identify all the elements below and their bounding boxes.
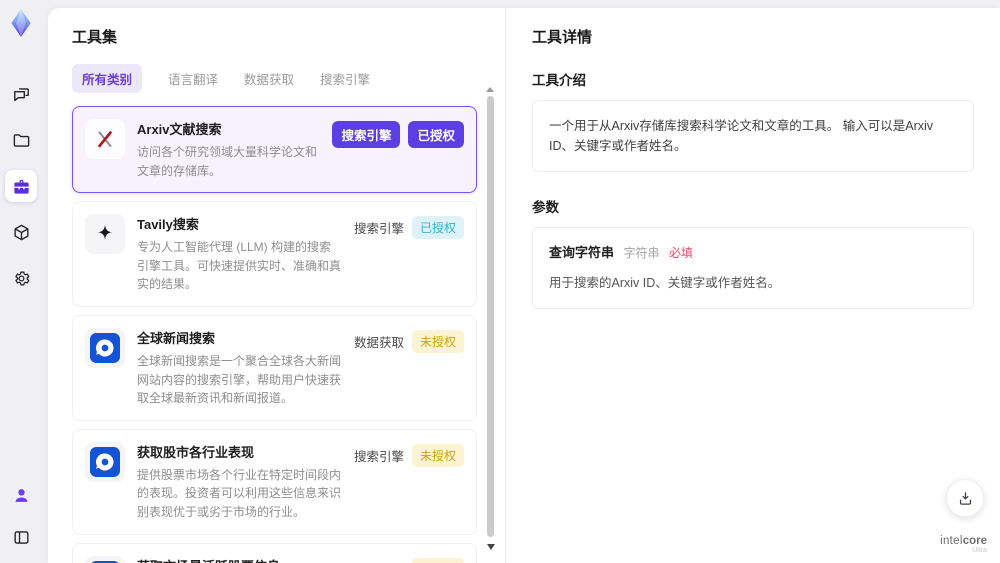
intro-text: 一个用于从Arxiv存储库搜索科学论文和文章的工具。 输入可以是Arxiv ID… [549,119,934,153]
list-scrollbar[interactable] [487,96,494,537]
tool-name: Tavily搜索 [137,217,199,233]
param-required-badge: 必填 [669,246,694,260]
status-badge: 未授权 [411,557,464,563]
app-logo-icon[interactable] [6,8,36,38]
tool-name: 全球新闻搜索 [137,330,216,346]
tool-name: 获取股市各行业表现 [137,444,255,460]
tool-list-pane: 工具集 所有类别 语言翻译 数据获取 搜索引擎 Arxiv文献搜索 访问各个研究领域大量… [48,8,506,563]
intro-box: 一个用于从Arxiv存储库搜索科学论文和文章的工具。 输入可以是Arxiv ID… [532,100,974,172]
param-description: 用于搜索的Arxiv ID、关键字或作者姓名。 [549,275,781,290]
status-badge: 未授权 [411,443,464,467]
status-badge: 未授权 [411,329,464,353]
tool-category-label: 数据获取 [353,335,404,350]
arxiv-logo-icon [85,119,125,159]
tool-description: 全球新闻搜索是一个聚合全球各大新闻网站内容的搜索引擎，帮助用户快速获取全球最新资… [137,353,342,406]
param-box: 查询字符串 字符串 必填 用于搜索的Arxiv ID、关键字或作者姓名。 [532,227,974,309]
app-root: 工具集 所有类别 语言翻译 数据获取 搜索引擎 Arxiv文献搜索 访问各个研究领域大量… [0,0,1000,563]
tool-card[interactable]: 获取市场最活跃股票信息提供当天交易量最高的股票列表，投资者可以利用这些信息来识别… [72,542,477,563]
folder-nav-icon[interactable] [5,124,37,156]
download-button[interactable] [946,479,984,517]
tool-category-label: 搜索引擎 [354,560,404,563]
main-card: 工具集 所有类别 语言翻译 数据获取 搜索引擎 Arxiv文献搜索 访问各个研究领域大量… [48,8,1000,563]
tool-description: 提供股票市场各个行业在特定时间段内的表现。投资者可以利用这些信息来识别表现优于或… [137,467,342,519]
scroll-down-icon[interactable] [487,544,495,550]
intro-heading: 工具介绍 [532,73,586,88]
tool-category-label: 搜索引擎 [353,449,404,464]
tool-name: Arxiv文献搜索 [137,122,222,137]
category-tab[interactable]: 所有类别 [72,64,143,93]
ultra-text: Ultra [972,547,987,555]
tool-category-label: 搜索引擎 [332,121,401,148]
status-badge: 已授权 [411,216,464,240]
tool-card[interactable]: 全球新闻搜索全球新闻搜索是一个聚合全球各大新闻网站内容的搜索引擎，帮助用户快速获… [72,314,477,421]
collapse-sidebar-icon[interactable] [5,521,37,553]
page-title: 工具集 [72,29,118,46]
tool-description: 专为人工智能代理 (LLM) 构建的搜索引擎工具。可快速提供实时、准确和真实的结… [137,240,342,292]
news-app-icon [85,555,125,563]
tool-card[interactable]: Tavily搜索专为人工智能代理 (LLM) 构建的搜索引擎工具。可快速提供实时… [72,201,477,307]
intel-core-logo: intelcore Ultra [940,535,987,555]
toolbox-nav-icon[interactable] [5,170,37,202]
detail-title: 工具详情 [532,29,593,46]
core-text: core [962,534,987,547]
tool-detail-pane: 工具详情 工具介绍 一个用于从Arxiv存储库搜索科学论文和文章的工具。 输入可… [506,8,1000,563]
settings-nav-icon[interactable] [5,262,37,294]
user-avatar-icon[interactable] [5,479,37,511]
param-header: 查询字符串 字符串 必填 [549,243,957,264]
tool-list: Arxiv文献搜索 访问各个研究领域大量科学论文和文章的存储库。 搜索引擎 已授权 Ta… [72,106,477,563]
package-nav-icon[interactable] [5,216,37,248]
tool-category-label: 搜索引擎 [353,222,404,237]
category-tab[interactable]: 语言翻译 [168,69,218,88]
news-app-icon [85,327,125,368]
chat-nav-icon[interactable] [5,78,37,110]
sparkle-icon [85,214,125,255]
category-tab[interactable]: 搜索引擎 [320,69,370,88]
tool-name: 获取市场最活跃股票信息 [137,556,342,563]
param-type: 字符串 [623,246,660,260]
category-tab[interactable]: 数据获取 [244,69,294,88]
scroll-up-icon[interactable] [486,87,494,92]
intel-text: intel [940,534,963,547]
category-tabs: 所有类别 语言翻译 数据获取 搜索引擎 [72,64,477,93]
tool-card[interactable]: Arxiv文献搜索访问各个研究领域大量科学论文和文章的存储库。 搜索引擎 已授权 [72,106,477,194]
params-heading: 参数 [532,200,559,215]
tool-description: 访问各个研究领域大量科学论文和文章的存储库。 [137,145,318,178]
tool-card[interactable]: 获取股市各行业表现提供股票市场各个行业在特定时间段内的表现。投资者可以利用这些信… [72,428,477,535]
param-name: 查询字符串 [549,245,615,260]
left-rail [0,0,42,563]
news-app-icon [85,441,125,482]
status-badge: 已授权 [408,121,464,148]
